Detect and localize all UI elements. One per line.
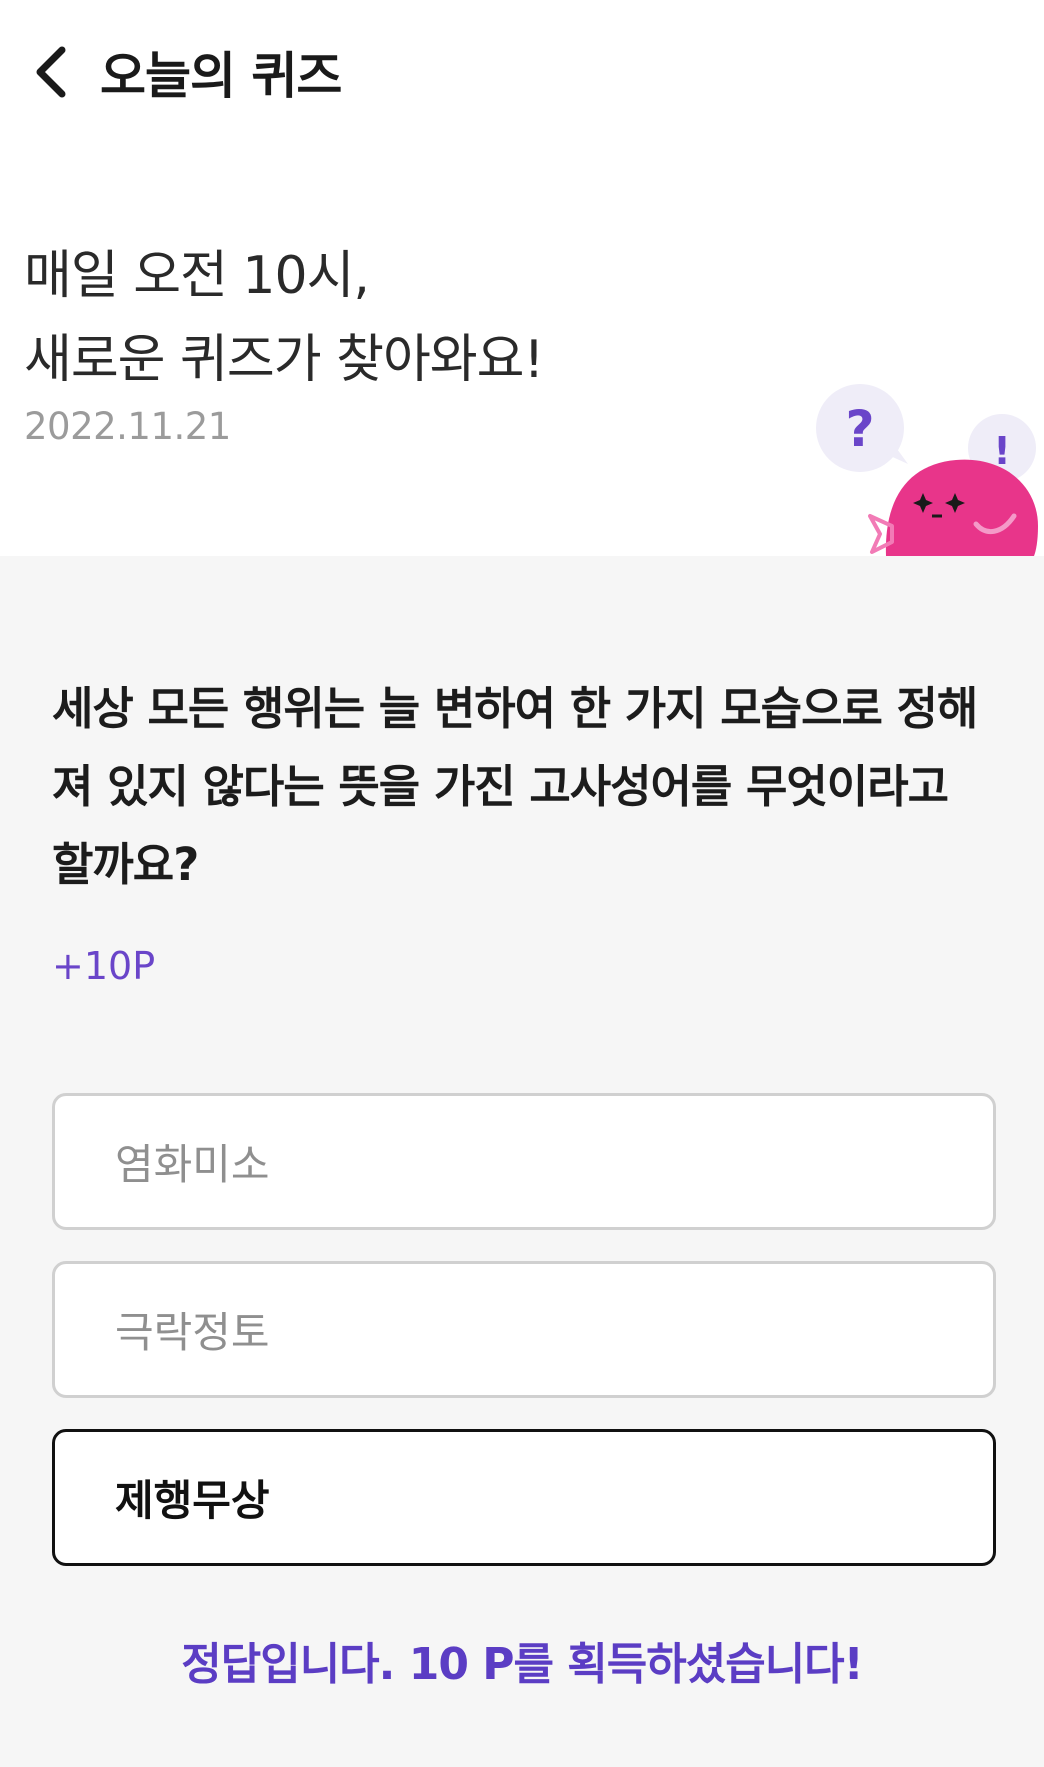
page-title: 오늘의 퀴즈 xyxy=(100,47,342,105)
points-reward: +10P xyxy=(52,944,156,988)
quiz-mascot-illustration: ? ! xyxy=(816,384,1038,556)
back-button[interactable] xyxy=(18,40,82,104)
header-section: 오늘의 퀴즈 매일 오전 10시, 새로운 퀴즈가 찾아와요! 2022.11.… xyxy=(0,0,1044,556)
app-header: 오늘의 퀴즈 xyxy=(0,0,1044,140)
result-message: 정답입니다. 10 P를 획득하셨습니다! xyxy=(181,1639,863,1690)
answer-option-label: 염화미소 xyxy=(115,1140,270,1189)
quiz-question: 세상 모든 행위는 늘 변하여 한 가지 모습으로 정해져 있지 않다는 뜻을 … xyxy=(52,682,978,891)
intro-text: 매일 오전 10시, 새로운 퀴즈가 찾아와요! xyxy=(24,234,544,402)
answer-option-label: 극락정토 xyxy=(115,1308,270,1357)
answer-options: 염화미소 극락정토 제행무상 xyxy=(52,1093,996,1597)
chevron-left-icon xyxy=(36,46,66,98)
quiz-date: 2022.11.21 xyxy=(24,405,231,448)
answer-option-label: 제행무상 xyxy=(115,1476,270,1525)
answer-option-3-selected[interactable]: 제행무상 xyxy=(52,1429,996,1566)
answer-option-2[interactable]: 극락정토 xyxy=(52,1261,996,1398)
intro-line-2: 새로운 퀴즈가 찾아와요! xyxy=(24,330,544,390)
question-mark-icon: ? xyxy=(845,400,874,458)
answer-option-1[interactable]: 염화미소 xyxy=(52,1093,996,1230)
intro-line-1: 매일 오전 10시, xyxy=(24,246,370,306)
